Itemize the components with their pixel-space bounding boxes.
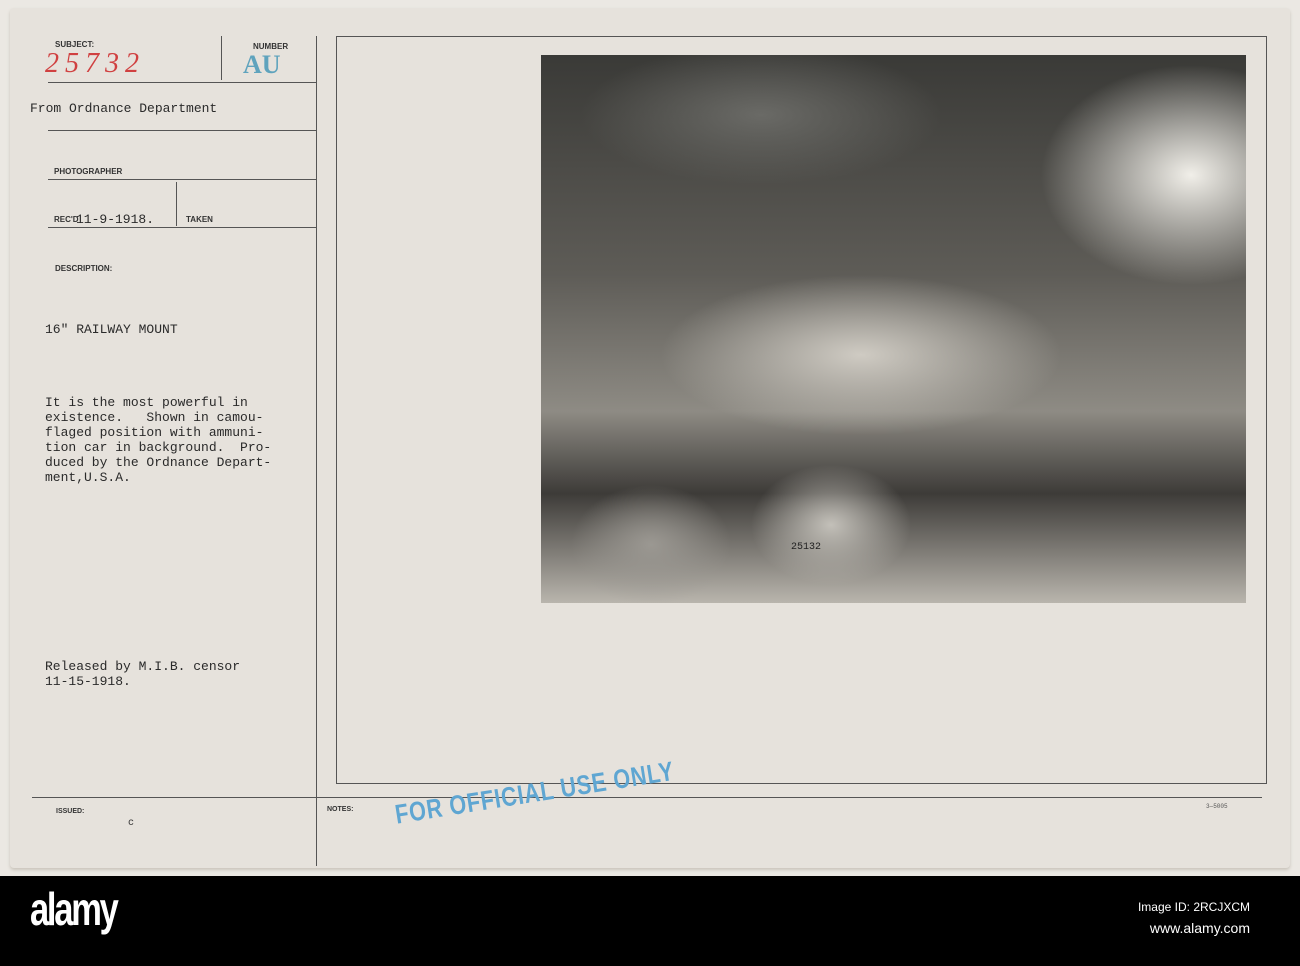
description-title: 16" RAILWAY MOUNT [45,322,178,337]
railway-gun-photo: 25132 [541,55,1246,603]
form-number: 3—5005 [1206,803,1228,810]
description-text: It is the most powerful in existence. Sho… [45,395,272,485]
from-line: From Ordnance Department [30,101,218,116]
issued-mark: c [128,818,135,829]
image-id: Image ID: 2RCJXCM [1137,900,1250,914]
subject-value: 25732 [45,48,145,79]
footer-bar: alamy Image ID: 2RCJXCM www.alamy.com [0,876,1300,966]
photographer-label: PHOTOGRAPHER [54,167,123,176]
description-label: DESCRIPTION: [55,264,113,273]
site-url[interactable]: www.alamy.com [1150,920,1250,936]
photo-number: 25132 [791,542,822,553]
number-value: AU [243,50,281,79]
notes-label: NOTES: [327,806,354,813]
alamy-logo: alamy [30,883,119,935]
release-note: Released by M.I.B. censor 11-15-1918. [45,659,241,689]
taken-label: TAKEN [186,215,213,224]
recd-value: 11-9-1918. [76,212,155,227]
issued-label: ISSUED: [56,808,85,815]
recd-label: REC'D [54,215,79,224]
